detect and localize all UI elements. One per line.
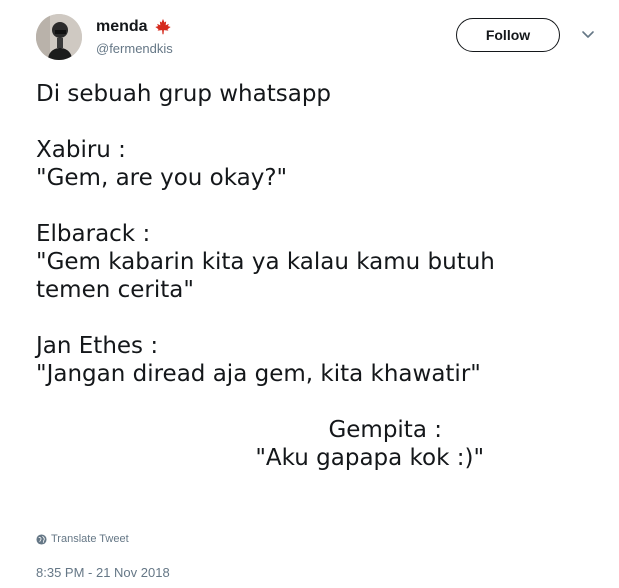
follow-button[interactable]: Follow: [456, 18, 560, 52]
tweet-line: [36, 192, 596, 220]
tweet-text: Di sebuah grup whatsapp Xabiru : "Gem, a…: [36, 80, 596, 472]
tweet-header: menda @fermendkis Follow: [36, 14, 606, 62]
chevron-down-icon[interactable]: [580, 28, 596, 42]
tweet-line: [36, 304, 596, 332]
tweet-line: "Gem, are you okay?": [36, 165, 288, 191]
tweet-line: [36, 388, 596, 416]
tweet-timestamp[interactable]: 8:35 PM - 21 Nov 2018: [36, 565, 170, 580]
tweet-line: "Gem kabarin kita ya kalau kamu butuh: [36, 249, 495, 275]
tweet-line: Xabiru :: [36, 137, 126, 163]
avatar-image: [36, 14, 82, 60]
maple-leaf-icon: [154, 18, 171, 35]
tweet-line: "Jangan diread aja gem, kita khawatir": [36, 361, 481, 387]
globe-icon: [36, 533, 47, 545]
name-row: menda: [96, 18, 172, 36]
user-handle[interactable]: @fermendkis: [96, 41, 173, 56]
tweet-line: temen cerita": [36, 277, 194, 303]
tweet-line: "Aku gapapa kok :)": [36, 445, 485, 471]
tweet-line: Elbarack :: [36, 221, 151, 247]
translate-tweet-link[interactable]: Translate Tweet: [36, 533, 129, 545]
tweet-line: Jan Ethes :: [36, 333, 159, 359]
avatar[interactable]: [36, 14, 82, 60]
tweet-line: Di sebuah grup whatsapp: [36, 81, 332, 107]
tweet-line: [36, 108, 596, 136]
tweet-line: Gempita :: [36, 417, 442, 443]
display-name[interactable]: menda: [96, 18, 148, 36]
translate-label: Translate Tweet: [51, 533, 129, 545]
